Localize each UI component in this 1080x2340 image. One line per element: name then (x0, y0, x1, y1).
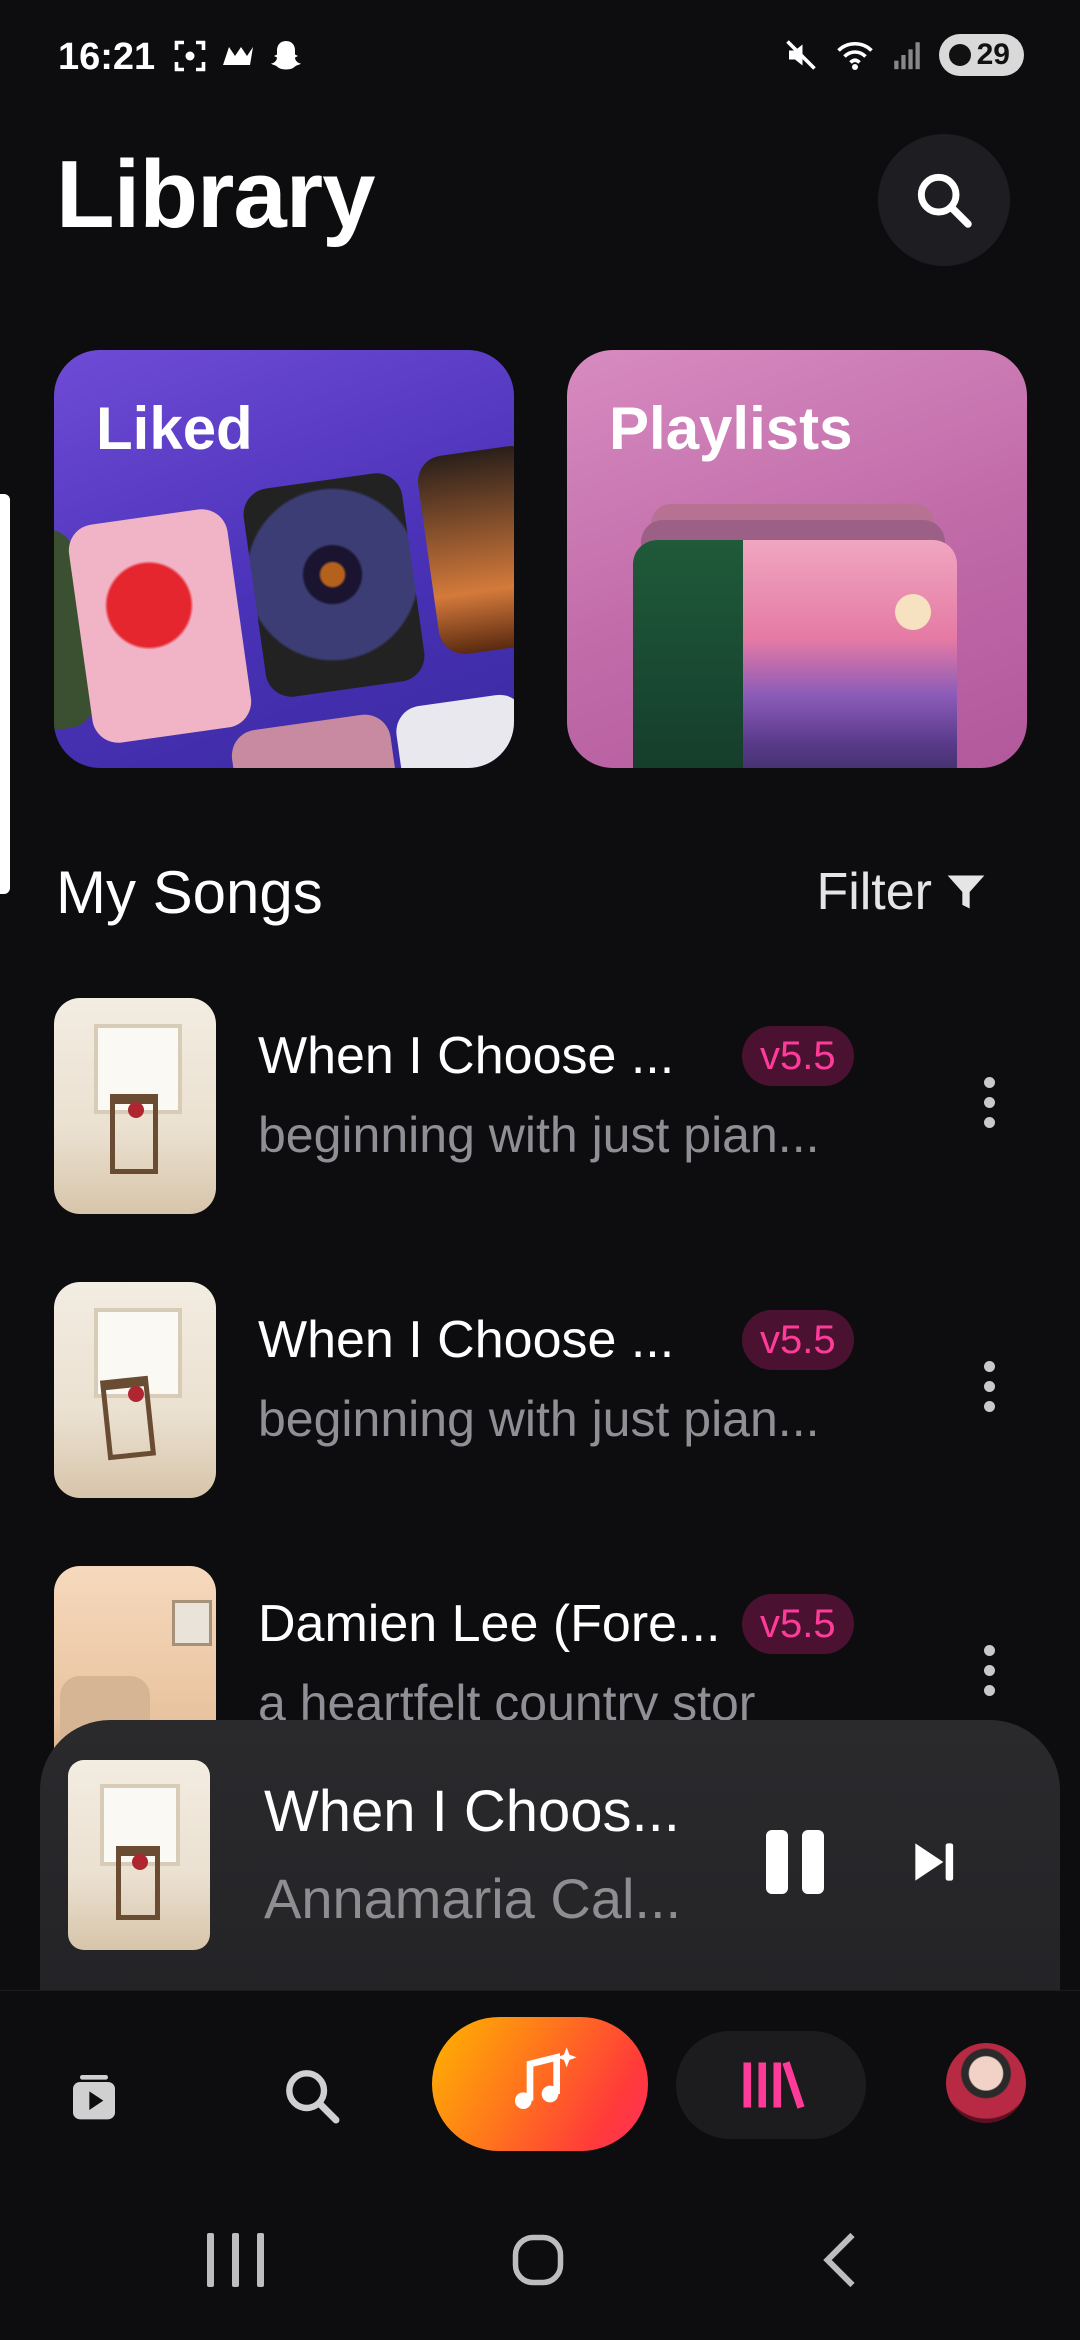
more-options-button[interactable] (964, 1336, 1014, 1436)
page-title: Library (56, 141, 375, 248)
filter-button[interactable]: Filter (816, 862, 988, 922)
snapchat-icon (271, 41, 301, 70)
more-options-button[interactable] (964, 1620, 1014, 1720)
song-description: beginning with just pian... (258, 1107, 820, 1163)
nav-library-button[interactable] (676, 2031, 866, 2139)
song-title: Damien Lee (Fore... (258, 1595, 721, 1653)
search-icon (917, 173, 972, 228)
now-playing-thumbnail (68, 1760, 210, 1950)
status-bar: 16:21 29 (0, 0, 1080, 120)
song-row[interactable]: When I Choose ... v5.5 beginning with ju… (54, 998, 1054, 1214)
battery-level: 29 (976, 38, 1010, 71)
edge-panel-handle[interactable] (0, 494, 10, 894)
battery-indicator: 29 (938, 34, 1024, 76)
playlist-cover-art (633, 540, 957, 768)
bottom-navigation (0, 1990, 1080, 2181)
song-title: When I Choose ... (258, 1027, 675, 1085)
nav-search-button[interactable] (262, 2031, 362, 2161)
signal-icon (893, 42, 920, 70)
song-description: beginning with just pian... (258, 1391, 820, 1447)
song-title: When I Choose ... (258, 1311, 675, 1369)
search-button[interactable] (878, 134, 1010, 266)
game-icon (223, 47, 253, 65)
home-icon (512, 2234, 564, 2286)
profile-avatar[interactable] (946, 2043, 1026, 2123)
song-row[interactable]: When I Choose ... v5.5 beginning with ju… (54, 1282, 1054, 1498)
screenshot-icon (174, 40, 206, 72)
filter-icon (947, 875, 985, 909)
playlists-card[interactable]: Playlists (567, 350, 1027, 768)
version-badge: v5.5 (742, 1026, 854, 1086)
battery-saver-icon (948, 44, 971, 66)
song-thumbnail (54, 998, 216, 1214)
notification-icons (172, 38, 304, 74)
mini-player[interactable]: When I Choos... Annamaria Cal... (40, 1720, 1060, 1990)
back-icon (823, 2232, 855, 2288)
status-time: 16:21 (58, 36, 156, 78)
section-title: My Songs (56, 859, 323, 926)
cover-art (228, 711, 400, 768)
version-badge: v5.5 (742, 1310, 854, 1370)
cover-art (65, 505, 255, 747)
now-playing-title: When I Choos... (264, 1779, 680, 1844)
more-options-button[interactable] (964, 1052, 1014, 1152)
liked-card[interactable]: Liked (54, 350, 514, 768)
back-button[interactable] (800, 2220, 880, 2300)
create-song-button[interactable] (432, 2017, 648, 2151)
version-badge: v5.5 (742, 1594, 854, 1654)
system-navigation-bar (0, 2180, 1080, 2340)
library-icon (743, 2061, 805, 2109)
next-track-button[interactable] (906, 1834, 966, 1890)
skip-next-icon (915, 1843, 954, 1881)
pause-icon (766, 1830, 788, 1894)
playlists-card-label: Playlists (609, 395, 853, 462)
wifi-icon (836, 41, 873, 70)
cover-art (392, 691, 514, 768)
create-music-icon (515, 2047, 577, 2109)
song-thumbnail (54, 1282, 216, 1498)
pause-button[interactable] (766, 1830, 826, 1894)
liked-card-label: Liked (96, 395, 253, 462)
recent-apps-button[interactable] (190, 2220, 280, 2300)
search-icon (286, 2070, 340, 2124)
now-playing-artist: Annamaria Cal... (264, 1867, 682, 1930)
nav-feed-button[interactable] (44, 2031, 144, 2161)
cover-art (414, 442, 514, 658)
home-button[interactable] (498, 2220, 578, 2300)
filter-label: Filter (816, 863, 932, 921)
cover-art (240, 469, 428, 701)
feed-icon (73, 2075, 115, 2120)
mute-icon (785, 40, 816, 70)
